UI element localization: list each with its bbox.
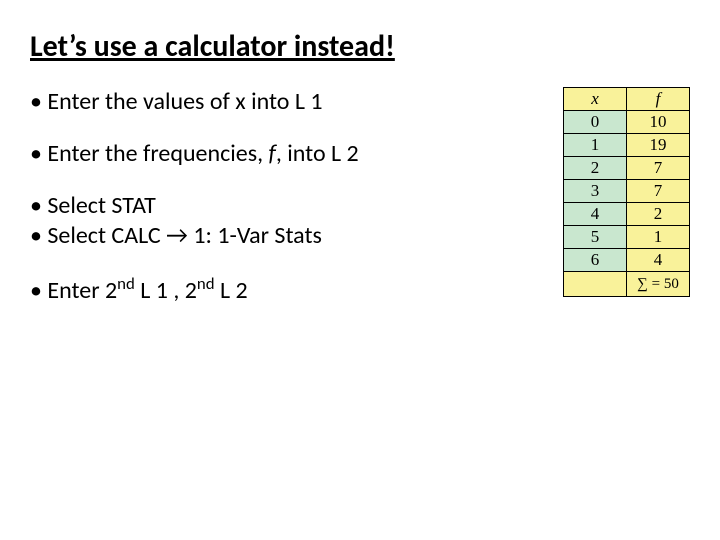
bullet-5-post: L 2 — [215, 276, 248, 305]
cell-f: 7 — [627, 180, 690, 203]
cell-sum: ∑ = 50 — [627, 272, 690, 297]
arrow-icon — [166, 221, 188, 250]
table-row: 42 — [564, 203, 690, 226]
bullet-4-post: 1: 1-Var Stats — [188, 221, 322, 250]
table-row: 51 — [564, 226, 690, 249]
bullet-5-pre: • Enter 2 — [30, 276, 117, 305]
cell-x: 5 — [564, 226, 627, 249]
bullet-list: • Enter the values of x into L 1 • Enter… — [30, 87, 527, 328]
bullet-4: • Select CALC 1: 1-Var Stats — [30, 221, 527, 251]
table-row: 64 — [564, 249, 690, 272]
cell-empty — [564, 272, 627, 297]
cell-f: 2 — [627, 203, 690, 226]
bullet-5-mid: L 1 , 2 — [135, 276, 197, 305]
bullet-5-sup2: nd — [197, 273, 215, 294]
table-row: 010 — [564, 111, 690, 134]
table-sum-row: ∑ = 50 — [564, 272, 690, 297]
bullet-5-sup1: nd — [117, 273, 135, 294]
frequency-table: x f 010 119 27 37 42 51 64 ∑ = 50 — [563, 87, 690, 297]
table-row: 27 — [564, 157, 690, 180]
table-header-f: f — [627, 88, 690, 111]
cell-x: 1 — [564, 134, 627, 157]
cell-x: 2 — [564, 157, 627, 180]
bullet-2-pre: • Enter the frequencies, — [30, 139, 269, 168]
bullet-3: • Select STAT — [30, 191, 527, 221]
bullet-2-post: , into L 2 — [276, 139, 359, 168]
table-row: 37 — [564, 180, 690, 203]
cell-f: 7 — [627, 157, 690, 180]
slide-title: Let’s use a calculator instead! — [30, 28, 690, 65]
cell-x: 6 — [564, 249, 627, 272]
cell-f: 4 — [627, 249, 690, 272]
table-row: 119 — [564, 134, 690, 157]
cell-x: 4 — [564, 203, 627, 226]
bullet-4-pre: • Select CALC — [30, 221, 166, 250]
bullet-2-f: f — [269, 139, 276, 168]
cell-f: 1 — [627, 226, 690, 249]
cell-f: 10 — [627, 111, 690, 134]
cell-x: 3 — [564, 180, 627, 203]
bullet-5: • Enter 2nd L 1 , 2nd L 2 — [30, 273, 527, 306]
cell-x: 0 — [564, 111, 627, 134]
bullet-1: • Enter the values of x into L 1 — [30, 87, 527, 117]
cell-f: 19 — [627, 134, 690, 157]
table-header-x: x — [564, 88, 627, 111]
bullet-2: • Enter the frequencies, f, into L 2 — [30, 139, 527, 169]
